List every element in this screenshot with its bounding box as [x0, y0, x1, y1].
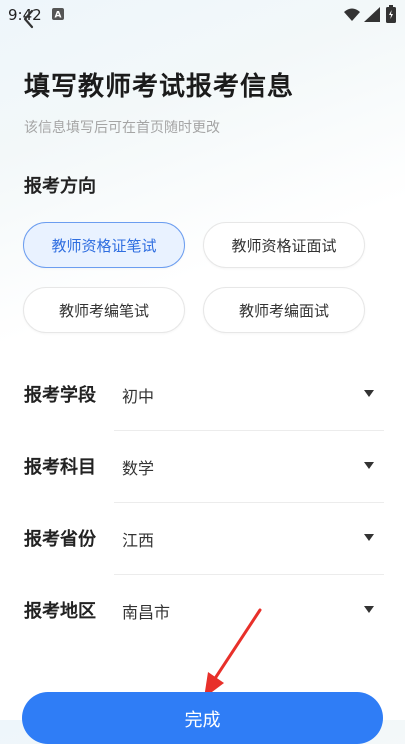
dropdown-caret-icon[interactable] [364, 534, 374, 541]
field-value[interactable]: 数学 [122, 455, 154, 479]
page-subtitle: 该信息填写后可在首页随时更改 [24, 120, 220, 136]
field-province[interactable]: 报考省份 江西 [0, 516, 405, 560]
dropdown-caret-icon[interactable] [364, 462, 374, 469]
field-label: 报考地区 [24, 601, 96, 622]
dropdown-caret-icon[interactable] [364, 390, 374, 397]
field-label: 报考学段 [24, 385, 96, 406]
dropdown-caret-icon[interactable] [364, 606, 374, 613]
divider [114, 430, 384, 431]
signal-icon [364, 7, 380, 22]
field-school-stage[interactable]: 报考学段 初中 [0, 372, 405, 416]
option-teacher-cert-written[interactable]: 教师资格证笔试 [23, 222, 185, 268]
field-value[interactable]: 南昌市 [122, 599, 170, 623]
option-staffing-interview[interactable]: 教师考编面试 [203, 287, 365, 333]
back-arrow-icon[interactable] [20, 8, 38, 30]
page-title: 填写教师考试报考信息 [24, 72, 295, 102]
field-label: 报考省份 [24, 529, 96, 550]
svg-text:A: A [55, 11, 62, 21]
app-notification-icon: A [52, 8, 64, 20]
exam-direction-label: 报考方向 [24, 176, 96, 197]
battery-icon [386, 5, 396, 23]
field-subject[interactable]: 报考科目 数学 [0, 444, 405, 488]
field-value[interactable]: 江西 [122, 527, 154, 551]
field-label: 报考科目 [24, 457, 96, 478]
wifi-icon [344, 8, 360, 21]
option-staffing-written[interactable]: 教师考编笔试 [23, 287, 185, 333]
option-teacher-cert-interview[interactable]: 教师资格证面试 [203, 222, 365, 268]
status-bar: 9:42 A [0, 0, 405, 30]
divider [114, 502, 384, 503]
field-value[interactable]: 初中 [122, 383, 154, 407]
divider [114, 574, 384, 575]
red-pointer-arrow-icon [204, 608, 262, 698]
done-button[interactable]: 完成 [22, 692, 383, 744]
